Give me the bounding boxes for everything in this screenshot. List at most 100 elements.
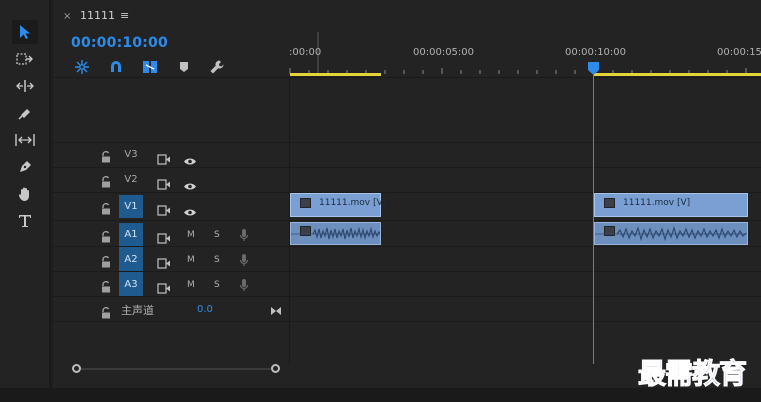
track-target-v3[interactable]: V3: [119, 149, 143, 160]
track-lock-a2[interactable]: [101, 253, 111, 272]
video-clip-2[interactable]: 11111.mov [V]: [594, 193, 748, 217]
track-lock-master[interactable]: [101, 304, 111, 323]
scroll-track[interactable]: [73, 368, 279, 370]
go-to-end-button[interactable]: [270, 301, 282, 320]
playhead-handle-icon[interactable]: [588, 62, 599, 75]
selection-arrow-icon: [20, 25, 30, 39]
watermark-logo: 最需教育: [637, 357, 747, 391]
microphone-icon: [239, 254, 249, 266]
mute-button-a1[interactable]: M: [187, 230, 195, 240]
add-marker-button[interactable]: [175, 58, 193, 76]
timeline-zoom-scrollbar[interactable]: [72, 364, 280, 373]
ruler-label-15s: 00:00:15: [717, 47, 761, 58]
snap-button[interactable]: [107, 58, 125, 76]
toggle-output-v1[interactable]: [183, 202, 197, 221]
pen-tool[interactable]: [12, 155, 38, 179]
wrench-icon: [210, 60, 224, 74]
film-icon: [157, 233, 170, 244]
playhead-timecode[interactable]: 00:00:10:00: [71, 35, 168, 51]
track-select-icon: [16, 53, 33, 65]
track-header-v3: V3: [53, 142, 289, 167]
clip-label: 11111.mov [V]: [623, 198, 691, 208]
track-lock-v3[interactable]: [101, 148, 111, 167]
track-lock-a3[interactable]: [101, 278, 111, 297]
hand-tool[interactable]: [12, 182, 38, 206]
slip-tool[interactable]: [12, 128, 38, 152]
master-volume-value[interactable]: 0.0: [197, 304, 213, 315]
track-target-a2[interactable]: A2: [119, 247, 143, 272]
lock-open-icon: [102, 255, 110, 268]
lock-open-icon: [102, 175, 110, 188]
ruler-label-5s: 00:00:05:00: [413, 47, 475, 58]
voiceover-button-a3[interactable]: [239, 277, 249, 296]
track-select-tool[interactable]: [12, 47, 38, 71]
timeline-settings-button[interactable]: [208, 58, 226, 76]
ripple-edit-icon: [16, 80, 34, 92]
track-target-a1[interactable]: A1: [119, 223, 143, 247]
film-icon: [157, 258, 170, 269]
track-header-a3: A3 M S: [53, 271, 289, 297]
linked-selection-button[interactable]: [141, 58, 159, 76]
track-lock-a1[interactable]: [101, 228, 111, 247]
eye-icon: [184, 158, 196, 165]
razor-tool[interactable]: [12, 101, 38, 125]
work-area-bar-end[interactable]: [594, 73, 761, 76]
ruler-label-0: :00:00: [289, 47, 322, 58]
work-area-bar-start[interactable]: [290, 73, 381, 76]
fx-badge-icon: [604, 198, 615, 208]
lock-open-icon: [102, 280, 110, 293]
voiceover-button-a1[interactable]: [239, 227, 249, 246]
ruler-ticks: [289, 32, 747, 74]
voiceover-button-a2[interactable]: [239, 252, 249, 271]
header-divider: [53, 77, 761, 78]
bowtie-icon: [271, 307, 281, 315]
lane-a3[interactable]: [290, 271, 761, 296]
time-ruler[interactable]: :00:00 00:00:05:00 00:00:10:00 00:00:15: [289, 32, 761, 77]
track-header-v1: V1: [53, 192, 289, 220]
playhead-line[interactable]: [593, 74, 594, 364]
ripple-edit-tool[interactable]: [12, 74, 38, 98]
scroll-handle-right[interactable]: [271, 364, 280, 373]
selection-tool[interactable]: [12, 20, 38, 44]
track-lock-v2[interactable]: [101, 173, 111, 192]
clip-label: 11111.mov [V]: [319, 198, 387, 208]
solo-button-a2[interactable]: S: [214, 255, 220, 265]
track-target-v2[interactable]: V2: [119, 174, 143, 185]
scroll-handle-left[interactable]: [72, 364, 81, 373]
master-track-label: 主声道: [121, 304, 154, 317]
lock-open-icon: [102, 306, 110, 319]
track-lock-v1[interactable]: [101, 200, 111, 219]
type-icon: [19, 215, 31, 227]
type-tool[interactable]: [12, 209, 38, 233]
lane-a2[interactable]: [290, 246, 761, 271]
solo-button-a3[interactable]: S: [214, 280, 220, 290]
lane-v2[interactable]: [290, 167, 761, 192]
track-target-a3[interactable]: A3: [119, 272, 143, 297]
sequence-tab[interactable]: 11111: [80, 9, 115, 22]
mute-button-a3[interactable]: M: [187, 280, 195, 290]
sync-lock-v1[interactable]: [157, 201, 171, 220]
ruler-label-10s: 00:00:10:00: [565, 47, 627, 58]
mute-button-a2[interactable]: M: [187, 255, 195, 265]
track-target-v1[interactable]: V1: [119, 195, 143, 218]
audio-clip-2[interactable]: [594, 222, 748, 245]
timeline-panel: × 11111 ≡ 00:00:10:00 :00:00 00:00:05:00…: [53, 0, 761, 388]
film-icon: [157, 154, 170, 165]
audio-waveform: [595, 226, 747, 242]
audio-waveform: [291, 226, 380, 241]
lane-v3[interactable]: [290, 142, 761, 167]
slip-icon: [15, 134, 35, 146]
track-header-master: 主声道 0.0: [53, 296, 289, 322]
lane-bottom-border: [290, 321, 761, 322]
nest-toggle-button[interactable]: [73, 58, 91, 76]
film-icon: [157, 179, 170, 190]
video-clip-1[interactable]: 11111.mov [V]: [290, 193, 386, 217]
film-icon: [157, 205, 170, 216]
audio-clip-1[interactable]: [290, 222, 381, 245]
solo-button-a1[interactable]: S: [214, 230, 220, 240]
tab-close-button[interactable]: ×: [63, 11, 71, 22]
lane-master[interactable]: [290, 296, 761, 321]
microphone-icon: [239, 229, 249, 241]
film-icon: [157, 283, 170, 294]
panel-menu-button[interactable]: ≡: [120, 9, 129, 22]
